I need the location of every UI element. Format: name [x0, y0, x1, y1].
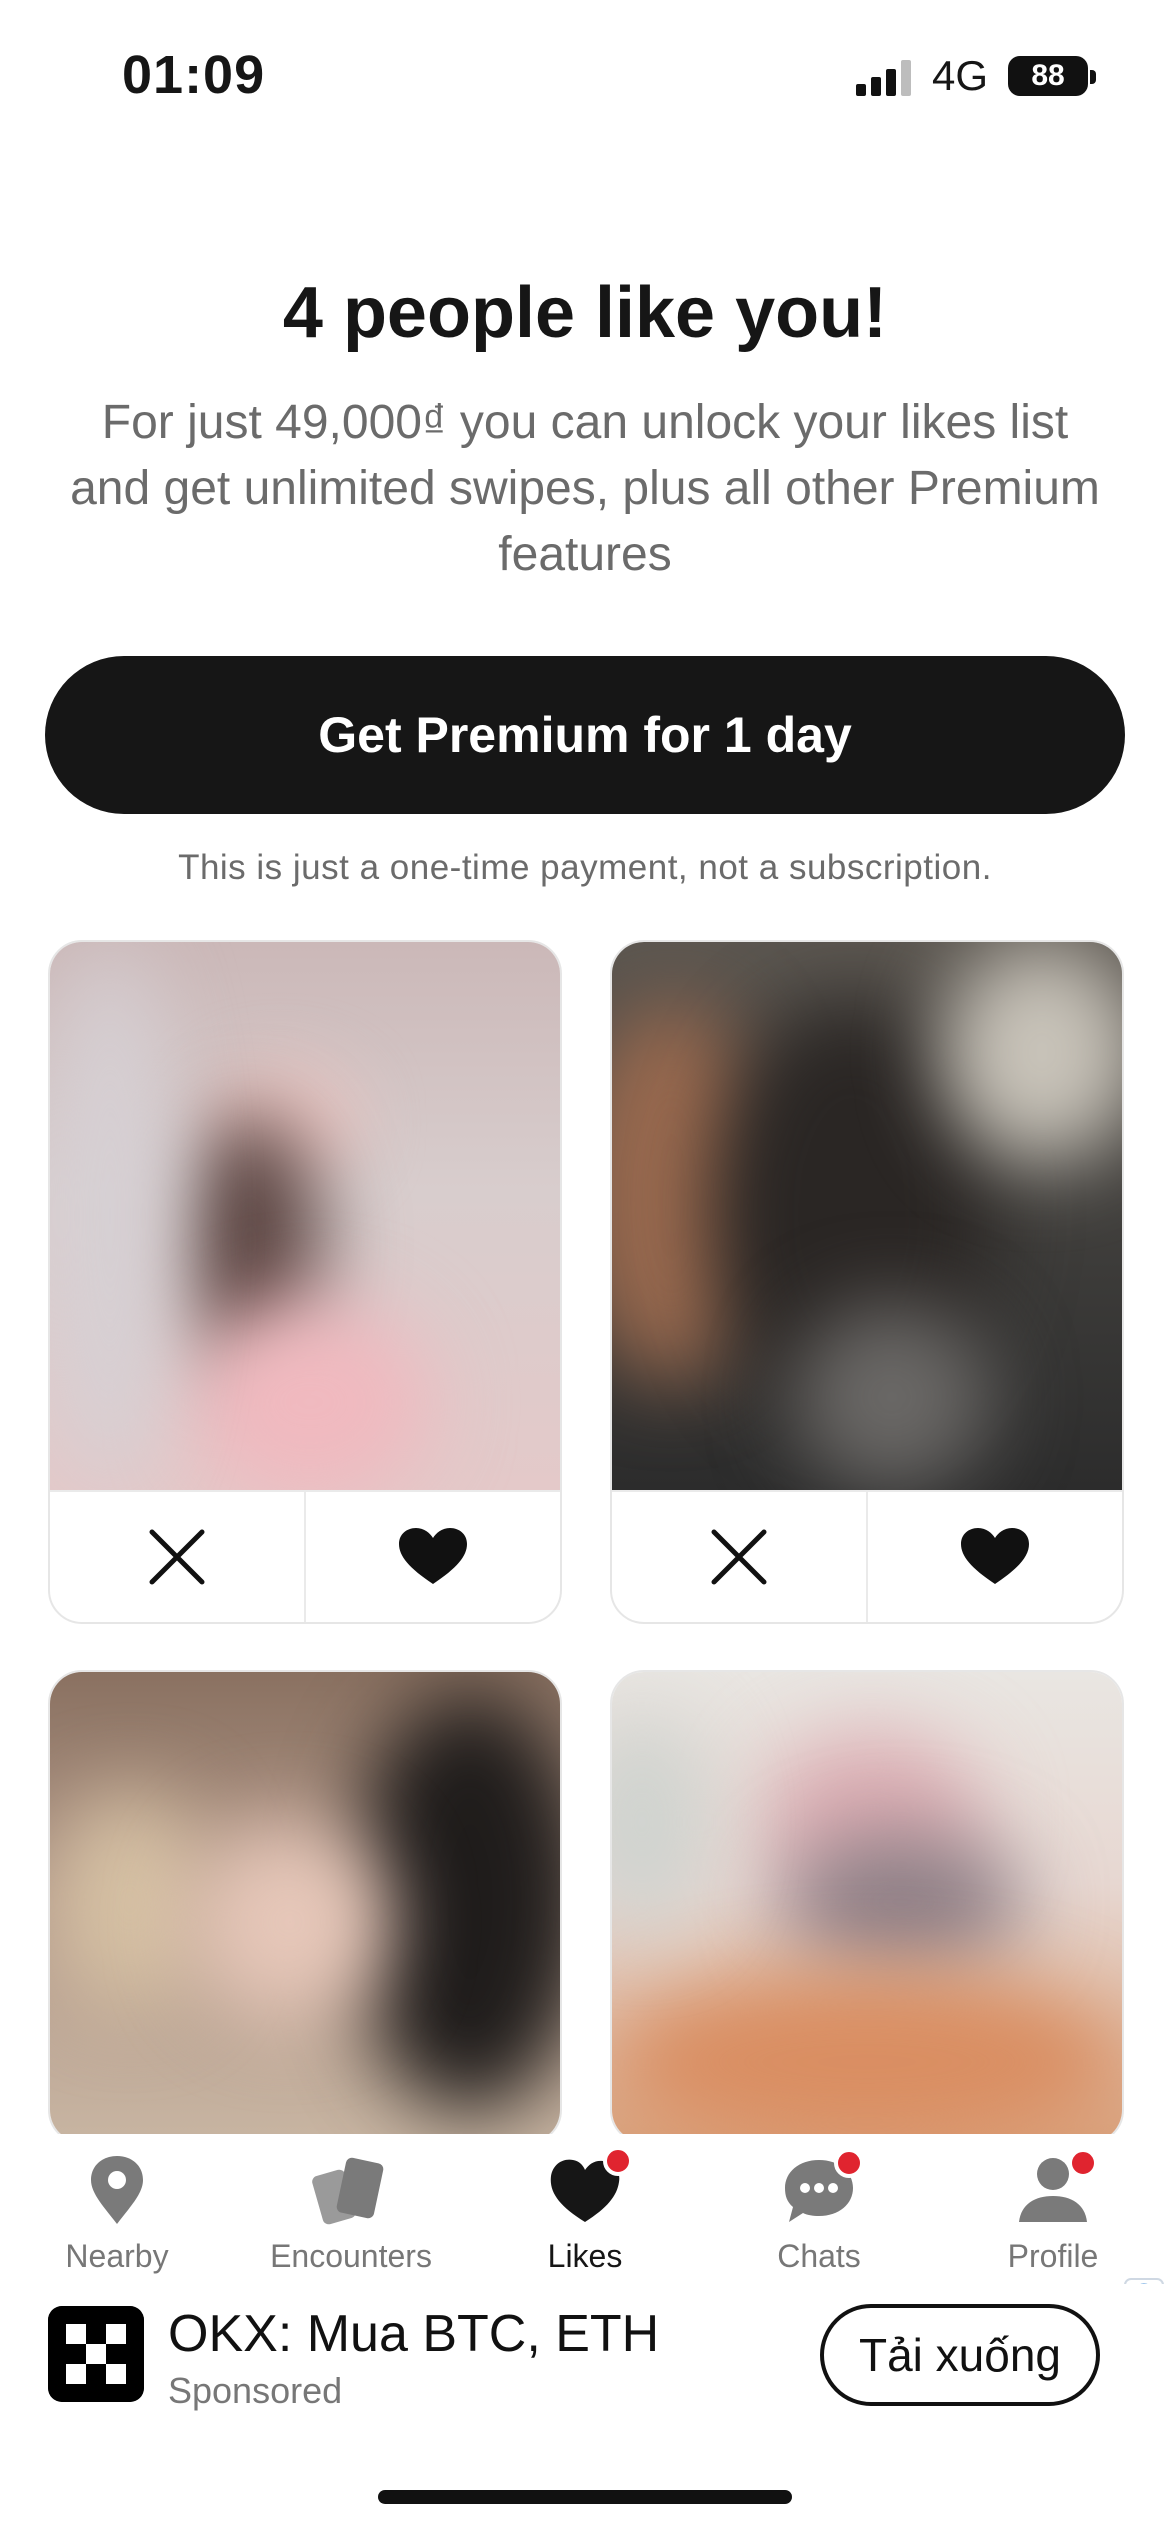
sponsored-ad-banner[interactable]: OKX: Mua BTC, ETH Sponsored Tải xuống — [0, 2284, 1170, 2434]
payment-note: This is just a one-time payment, not a s… — [178, 848, 992, 887]
blurred-profile-photo[interactable] — [50, 1672, 560, 2142]
get-premium-button[interactable]: Get Premium for 1 day — [45, 656, 1125, 814]
cards-icon — [312, 2157, 384, 2225]
like-button[interactable] — [304, 1492, 560, 1622]
dislike-button[interactable] — [50, 1492, 304, 1622]
tab-chats[interactable]: Chats — [702, 2134, 936, 2284]
signal-icon — [856, 60, 911, 96]
blurred-profile-photo[interactable] — [612, 1672, 1122, 2142]
heart-icon — [399, 1528, 467, 1584]
like-card[interactable] — [610, 1670, 1124, 2144]
status-time: 01:09 — [122, 45, 266, 105]
close-icon — [711, 1529, 767, 1585]
dislike-button[interactable] — [612, 1492, 866, 1622]
tab-likes[interactable]: Likes — [468, 2134, 702, 2284]
close-icon — [149, 1529, 205, 1585]
battery-icon: 88 — [1008, 56, 1088, 96]
notification-dot — [1068, 2148, 1098, 2178]
tab-encounters[interactable]: Encounters — [234, 2134, 468, 2284]
like-card[interactable] — [48, 1670, 562, 2144]
notification-dot — [603, 2146, 633, 2176]
status-bar: 01:09 4G 88 — [0, 0, 1170, 150]
notification-dot — [834, 2148, 864, 2178]
blurred-profile-photo[interactable] — [50, 942, 560, 1490]
card-actions — [612, 1490, 1122, 1622]
premium-description: For just 49,000₫ you can unlock your lik… — [70, 396, 1100, 581]
tab-bar: Nearby Encounters Likes Chats Profile — [0, 2134, 1170, 2284]
like-button[interactable] — [866, 1492, 1122, 1622]
like-card[interactable] — [48, 940, 562, 1624]
tab-nearby[interactable]: Nearby — [0, 2134, 234, 2284]
like-card[interactable] — [610, 940, 1124, 1624]
ad-title: OKX: Mua BTC, ETH — [168, 2305, 660, 2363]
tab-profile[interactable]: Profile — [936, 2134, 1170, 2284]
heart-icon — [961, 1528, 1029, 1584]
card-actions — [50, 1490, 560, 1622]
page-title: 4 people like you! — [282, 273, 888, 353]
tab-label: Chats — [777, 2238, 861, 2274]
location-pin-icon — [91, 2156, 143, 2224]
ad-sponsored-label: Sponsored — [168, 2370, 343, 2411]
network-label: 4G — [932, 52, 989, 99]
battery-tip — [1090, 70, 1096, 84]
home-indicator[interactable] — [378, 2490, 792, 2504]
okx-logo — [48, 2306, 144, 2402]
ad-download-button[interactable]: Tải xuống — [820, 2304, 1100, 2406]
tab-label: Profile — [1007, 2238, 1099, 2274]
tab-label: Nearby — [65, 2238, 169, 2274]
tab-label: Encounters — [270, 2238, 432, 2274]
tab-label: Likes — [547, 2238, 623, 2274]
blurred-profile-photo[interactable] — [612, 942, 1122, 1490]
